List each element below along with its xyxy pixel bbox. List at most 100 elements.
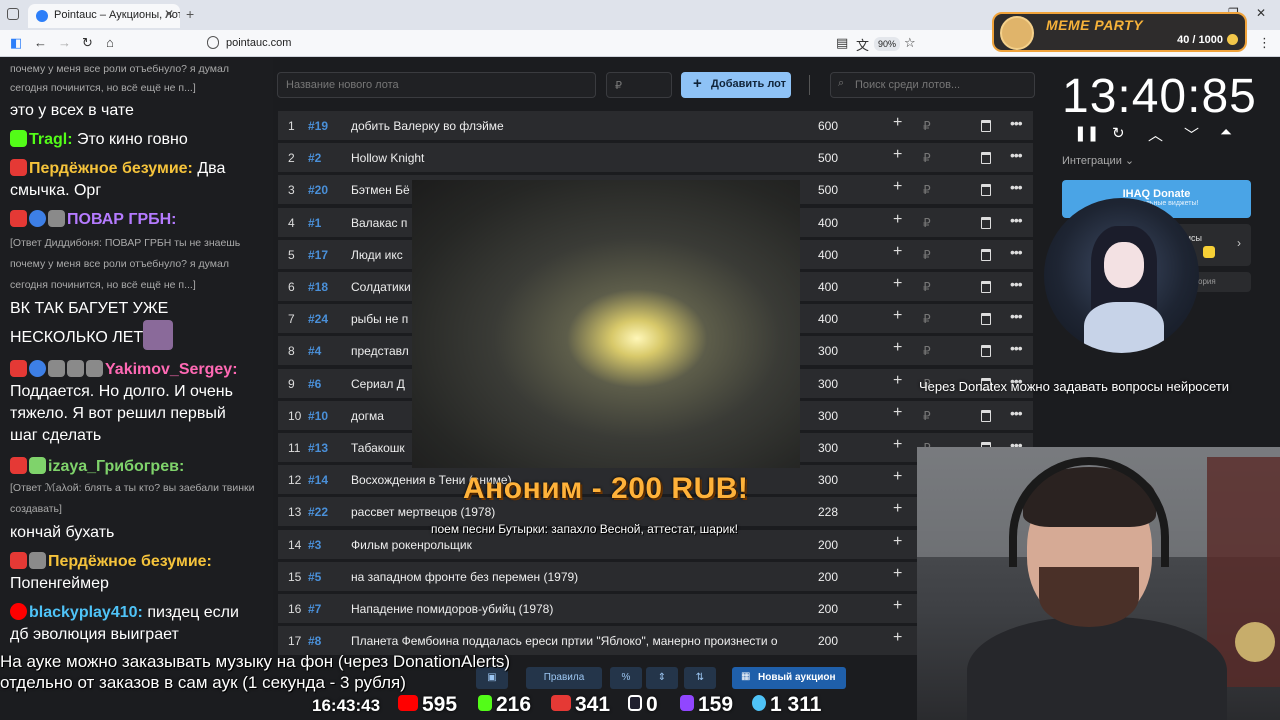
delete-icon[interactable] [981, 184, 991, 197]
lot-amount[interactable]: 500 [818, 183, 838, 197]
tab-close-icon[interactable]: ✕ [164, 7, 174, 21]
more-options-icon[interactable]: ••• [1010, 405, 1023, 421]
sidebar-toggle-icon[interactable] [7, 8, 19, 20]
delete-icon[interactable] [981, 120, 991, 132]
add-amount-icon[interactable]: + [893, 565, 902, 583]
home-icon[interactable]: ⌂ [106, 35, 114, 50]
chat-username[interactable]: Tragl: [29, 131, 73, 148]
delete-icon[interactable] [981, 216, 991, 229]
delete-icon[interactable] [981, 281, 991, 293]
chat-username[interactable]: Пердёжное безумие: [29, 160, 193, 177]
lot-amount-input[interactable]: ₽ [606, 72, 672, 98]
add-amount-icon[interactable]: + [893, 500, 902, 518]
lot-amount[interactable]: 300 [818, 441, 838, 455]
reader-view-icon[interactable]: ▤ [836, 35, 848, 51]
reset-icon[interactable]: ↻ [1112, 124, 1125, 142]
lot-id[interactable]: #2 [308, 151, 321, 165]
more-options-icon[interactable]: ••• [1010, 244, 1023, 260]
translate-icon[interactable]: 文 [856, 35, 869, 54]
chevron-up-icon[interactable]: ︿ [1148, 124, 1163, 145]
add-amount-icon[interactable]: + [893, 629, 902, 647]
delete-icon[interactable] [981, 313, 991, 326]
chevron-down-icon[interactable]: ﹀ [1184, 124, 1199, 145]
lot-id[interactable]: #22 [308, 505, 328, 519]
new-lot-input[interactable]: Название нового лота [277, 72, 596, 98]
integrations-dropdown[interactable]: Интеграции ⌄ [1062, 154, 1134, 167]
percent-button[interactable]: % [610, 667, 642, 689]
lot-amount[interactable]: 500 [818, 151, 838, 165]
lot-id[interactable]: #13 [308, 441, 328, 455]
chat-username[interactable]: ПОВАР ГРБН: [67, 211, 177, 228]
lot-id[interactable]: #4 [308, 344, 321, 358]
browser-menu-icon[interactable]: ⋮ [1258, 35, 1271, 51]
add-amount-icon[interactable]: + [893, 146, 902, 164]
lot-title[interactable]: Нападение помидоров-убийц (1978) [351, 602, 806, 616]
add-amount-icon[interactable]: + [893, 307, 902, 325]
lot-id[interactable]: #20 [308, 183, 328, 197]
add-amount-icon[interactable]: + [893, 243, 902, 261]
delete-icon[interactable] [981, 152, 991, 165]
workspaces-icon[interactable]: ◧ [10, 35, 22, 51]
rules-button[interactable]: Правила [526, 667, 602, 689]
align-icon[interactable]: ⇕ [646, 667, 678, 689]
chat-username[interactable]: Пердёжное безумие: [48, 553, 212, 570]
site-info-icon[interactable] [207, 36, 219, 49]
lot-amount[interactable]: 400 [818, 216, 838, 230]
zoom-level[interactable]: 90% [874, 37, 901, 51]
add-amount-icon[interactable]: + [893, 404, 902, 422]
lot-id[interactable]: #3 [308, 538, 321, 552]
lot-id[interactable]: #7 [308, 602, 321, 616]
close-window-button[interactable]: ✕ [1256, 6, 1266, 20]
lot-title[interactable]: добить Валерку во флэйме [351, 119, 806, 133]
add-lot-button[interactable]: + Добавить лот [681, 72, 791, 98]
more-options-icon[interactable]: ••• [1010, 147, 1023, 163]
add-amount-icon[interactable]: + [893, 533, 902, 551]
lot-id[interactable]: #10 [308, 409, 328, 423]
lot-amount[interactable]: 400 [818, 248, 838, 262]
more-options-icon[interactable]: ••• [1010, 179, 1023, 195]
lot-id[interactable]: #14 [308, 473, 328, 487]
browser-tab[interactable]: Pointauc – Аукционы, лотереи ✕ [28, 4, 180, 28]
add-amount-icon[interactable]: + [893, 339, 902, 357]
lot-row[interactable]: 1 #19 добить Валерку во флэйме 600 + ₽ ••• [278, 111, 1033, 141]
search-lots-input[interactable]: ⌕ Поиск среди лотов... [830, 72, 1035, 98]
lot-row[interactable]: 2 #2 Hollow Knight 500 + ₽ ••• [278, 143, 1033, 174]
chat-username[interactable]: izaya_Грибогрев: [48, 458, 184, 475]
add-amount-icon[interactable]: + [893, 597, 902, 615]
lot-amount[interactable]: 200 [818, 538, 838, 552]
lot-id[interactable]: #6 [308, 377, 321, 391]
add-amount-icon[interactable]: + [893, 372, 902, 390]
lot-amount[interactable]: 300 [818, 344, 838, 358]
lot-id[interactable]: #8 [308, 634, 321, 648]
lot-title[interactable]: Планета Фембоина поддалась ереси пртии "… [351, 634, 806, 648]
sort-icon[interactable]: ⇅ [684, 667, 716, 689]
lot-id[interactable]: #18 [308, 280, 328, 294]
more-options-icon[interactable]: ••• [1010, 340, 1023, 356]
lot-id[interactable]: #1 [308, 216, 321, 230]
lot-amount[interactable]: 200 [818, 634, 838, 648]
url-field[interactable]: pointauc.com [226, 37, 291, 49]
new-tab-button[interactable]: + [186, 6, 194, 22]
lot-id[interactable]: #24 [308, 312, 328, 326]
more-options-icon[interactable]: ••• [1010, 115, 1023, 131]
delete-icon[interactable] [981, 248, 991, 261]
lot-amount[interactable]: 300 [818, 377, 838, 391]
more-options-icon[interactable]: ••• [1010, 212, 1023, 228]
forward-button[interactable]: → [58, 35, 71, 50]
lot-amount[interactable]: 600 [818, 119, 838, 133]
add-amount-icon[interactable]: + [893, 468, 902, 486]
lot-id[interactable]: #17 [308, 248, 328, 262]
reload-button[interactable]: ↻ [82, 35, 93, 51]
lot-amount[interactable]: 300 [818, 409, 838, 423]
lot-amount[interactable]: 400 [818, 312, 838, 326]
lot-amount[interactable]: 200 [818, 570, 838, 584]
lot-amount[interactable]: 228 [818, 505, 838, 519]
pause-icon[interactable]: ❚❚ [1074, 124, 1099, 142]
lot-id[interactable]: #5 [308, 570, 321, 584]
lot-amount[interactable]: 400 [818, 280, 838, 294]
lot-amount[interactable]: 200 [818, 602, 838, 616]
back-button[interactable]: ← [34, 35, 47, 50]
delete-icon[interactable] [981, 345, 991, 358]
lot-id[interactable]: #19 [308, 119, 328, 133]
more-options-icon[interactable]: ••• [1010, 276, 1023, 292]
